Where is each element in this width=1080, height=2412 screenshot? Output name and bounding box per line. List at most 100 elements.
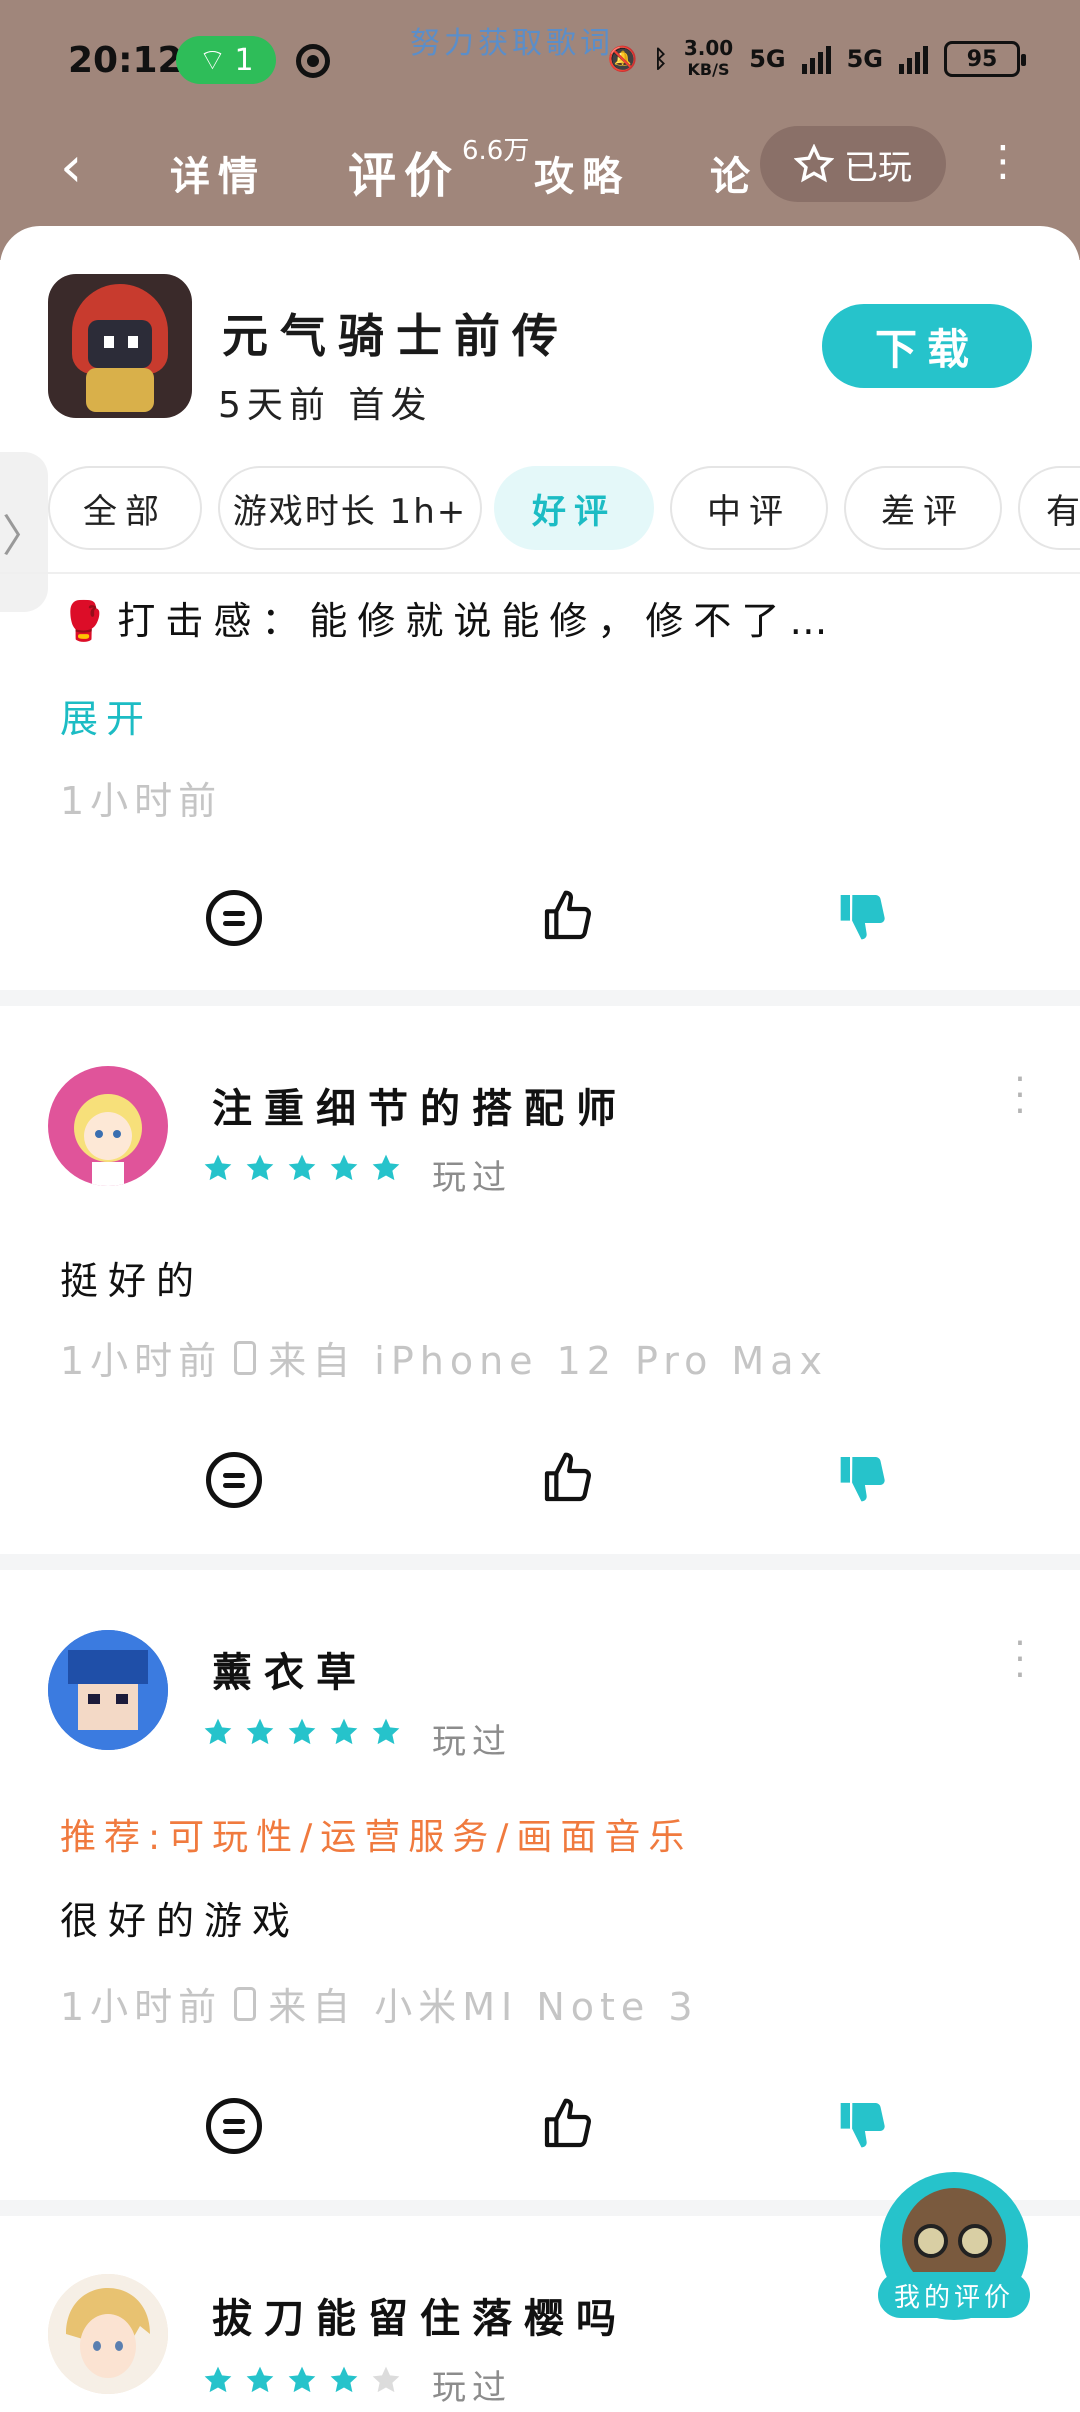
filter-negative[interactable]: 差评 (844, 466, 1002, 550)
avatar[interactable] (48, 1630, 168, 1750)
thumbs-down-icon[interactable] (836, 1450, 892, 1506)
comment-icon[interactable] (206, 1452, 262, 1508)
review-separator (0, 1554, 1080, 1570)
review-separator (0, 990, 1080, 1006)
avatar[interactable] (48, 1066, 168, 1186)
game-title: 元气骑士前传 (222, 309, 570, 363)
review-device: 来自 小米MI Note 3 (268, 1985, 699, 2029)
star-filled-icon (288, 1154, 316, 1181)
tab-details[interactable]: 详情 (170, 144, 266, 202)
top-nav: ‹ 详情 评价 6.6万 攻略 论 已玩 ⋮ (0, 120, 1080, 230)
review-count: 6.6万 (462, 136, 530, 166)
wifi-hotspot-icon: ⌔ (198, 43, 227, 78)
hotspot-badge: ⌔ 1 (176, 36, 276, 84)
review-text: 挺好的 (60, 1259, 205, 1303)
filter-all[interactable]: 全部 (48, 466, 202, 550)
review-time: 1小时前 (60, 1339, 223, 1383)
username[interactable]: 注重细节的搭配师 (212, 1076, 628, 1134)
star-filled-icon (246, 2366, 274, 2393)
star-empty-icon (372, 2366, 400, 2393)
played-tag: 玩过 (432, 2368, 512, 2408)
battery-icon: 95 (944, 41, 1026, 77)
back-arrow-icon[interactable]: ‹ (60, 140, 120, 200)
review-more-icon[interactable]: · · · (1010, 1062, 1030, 1130)
star-filled-icon (330, 1154, 358, 1181)
game-icon-face (88, 320, 152, 368)
thumbs-up-icon[interactable] (540, 2096, 596, 2152)
review-time: 1小时前 (60, 779, 223, 823)
recommend-tags: 推荐:可玩性/运营服务/画面音乐 (60, 1817, 693, 1858)
played-tag: 玩过 (432, 1158, 512, 1198)
comment-icon[interactable] (206, 2098, 262, 2154)
status-time: 20:12 (68, 40, 183, 81)
star-filled-icon (246, 1154, 274, 1181)
username[interactable]: 薰衣草 (212, 1640, 368, 1698)
star-filled-icon (372, 1718, 400, 1745)
thumbs-down-icon[interactable] (836, 888, 892, 944)
rating-stars (202, 2364, 402, 2396)
star-filled-icon (246, 1718, 274, 1745)
review-time: 1小时前 (60, 1985, 223, 2029)
played-button[interactable]: 已玩 (760, 126, 946, 202)
star-filled-icon (204, 1154, 232, 1181)
tab-guides[interactable]: 攻略 (534, 144, 630, 202)
filter-divider (0, 572, 1080, 574)
game-icon[interactable] (48, 274, 192, 418)
star-outline-icon (794, 144, 834, 183)
review-more-icon[interactable]: · · · (1010, 1626, 1030, 1694)
username[interactable]: 拔刀能留住落樱吗 (212, 2286, 628, 2344)
avatar[interactable] (48, 2274, 168, 2394)
network-speed-value: 3.00 (683, 36, 734, 60)
phone-icon (234, 1340, 257, 1375)
game-icon-body (86, 368, 154, 412)
review-meta: 1小时前 来自 iPhone 12 Pro Max (60, 1330, 828, 1385)
filter-chips: 全部 游戏时长 1h+ 好评 中评 差评 有 (48, 466, 1080, 550)
thumbs-down-icon[interactable] (836, 2096, 892, 2152)
expand-link[interactable]: 展开 (60, 688, 152, 743)
download-button[interactable]: 下载 (822, 304, 1032, 388)
comment-icon[interactable] (206, 890, 262, 946)
phone-icon (234, 1986, 257, 2021)
status-icons: 🔕 ᛒ 3.00 KB/S 5G 5G 95 (607, 38, 1026, 80)
star-filled-icon (330, 2366, 358, 2393)
star-filled-icon (204, 1718, 232, 1745)
tab-forum[interactable]: 论 (710, 144, 758, 202)
signal-icon (801, 44, 831, 74)
status-bar: 20:12 ⌔ 1 努力获取歌词 🔕 ᛒ 3.00 KB/S 5G 5G 95 (0, 0, 1080, 120)
review-text: 🥊打击感：能修就说能修，修不了… (60, 599, 838, 643)
hotspot-count: 1 (234, 42, 254, 78)
review-text: 很好的游戏 (60, 1899, 301, 1943)
mute-icon: 🔕 (607, 45, 638, 73)
star-filled-icon (372, 1154, 400, 1181)
review-meta: 1小时前 来自 小米MI Note 3 (60, 1976, 699, 2031)
battery-level: 95 (966, 46, 998, 72)
star-filled-icon (330, 1718, 358, 1745)
filter-neutral[interactable]: 中评 (670, 466, 828, 550)
signal-icon-2 (899, 44, 928, 74)
my-review-glass-left (914, 2224, 948, 2258)
filter-more[interactable]: 有 (1018, 466, 1080, 550)
played-label: 已玩 (844, 147, 912, 188)
star-filled-icon (204, 2366, 232, 2393)
review-meta: 1小时前 (60, 770, 222, 825)
filter-positive[interactable]: 好评 (494, 466, 654, 550)
star-filled-icon (288, 2366, 316, 2393)
network-speed: 3.00 KB/S (684, 38, 733, 80)
thumbs-up-icon[interactable] (540, 1450, 596, 1506)
sim2-label: 5G (846, 45, 883, 73)
filter-playtime[interactable]: 游戏时长 1h+ (218, 466, 482, 550)
game-icon-eye-right (128, 336, 138, 348)
more-vertical-icon[interactable]: ⋮ (982, 138, 1024, 188)
game-release: 5天前 首发 (218, 385, 433, 426)
content-sheet (0, 226, 1080, 2412)
rating-stars (202, 1152, 402, 1184)
thumbs-up-icon[interactable] (540, 888, 596, 944)
my-review-glass-right (958, 2224, 992, 2258)
side-drawer-handle[interactable]: 〉 (0, 452, 48, 612)
sim1-label: 5G (749, 45, 786, 73)
rating-stars (202, 1716, 402, 1748)
netease-music-icon (296, 44, 330, 78)
tab-reviews[interactable]: 评价 (348, 136, 460, 206)
review-device: 来自 iPhone 12 Pro Max (268, 1339, 828, 1383)
my-review-button[interactable]: 我的评价 (878, 2272, 1030, 2318)
